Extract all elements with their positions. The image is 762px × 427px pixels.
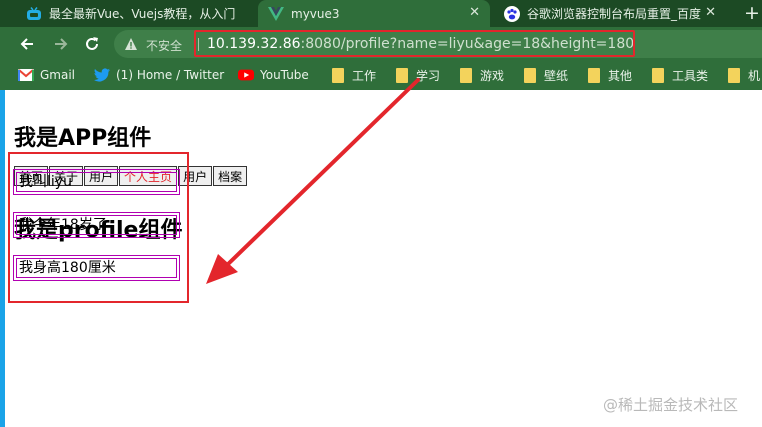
- profile-name-line: 我叫liyu: [13, 169, 180, 195]
- bookmarks-bar: Gmail (1) Home / Twitter YouTube 工作 学习 游…: [0, 60, 762, 90]
- nav-button-archive[interactable]: 档案: [213, 166, 248, 186]
- tab-strip: 最全最新Vue、Vuejs教程，从入门 myvue3 ✕ 谷歌浏览器控制台布局重…: [0, 0, 762, 27]
- app-component-heading: 我是APP组件: [14, 126, 152, 151]
- bookmark-label: 其他: [608, 69, 633, 83]
- profile-name-text: 我叫liyu: [16, 172, 177, 192]
- gmail-icon: [18, 67, 34, 83]
- bookmark-folder-tools[interactable]: 工具类: [650, 67, 708, 84]
- bookmark-label: 工作: [352, 69, 377, 83]
- bookmark-label: Gmail: [40, 68, 76, 82]
- bookmark-folder-wallpaper[interactable]: 壁纸: [522, 67, 568, 84]
- forward-arrow-icon[interactable]: [50, 33, 72, 55]
- bookmark-label: (1) Home / Twitter: [116, 68, 225, 82]
- bookmark-label: 学习: [416, 69, 441, 83]
- tab-title: 谷歌浏览器控制台布局重置_百度: [527, 7, 702, 21]
- bilibili-tv-icon: [26, 6, 42, 22]
- baidu-paw-icon: [504, 5, 520, 22]
- bookmark-twitter[interactable]: (1) Home / Twitter: [94, 67, 224, 83]
- watermark-text: @稀土掘金技术社区: [603, 396, 739, 414]
- folder-icon: [394, 68, 410, 84]
- bookmark-folder-study[interactable]: 学习: [394, 67, 440, 84]
- folder-icon: [726, 68, 742, 84]
- url-annotation-box: [194, 30, 635, 57]
- tab-vue-tutorial[interactable]: 最全最新Vue、Vuejs教程，从入门: [18, 0, 256, 27]
- twitter-icon: [94, 67, 110, 83]
- folder-icon: [650, 68, 666, 84]
- youtube-icon: [238, 67, 254, 83]
- back-arrow-icon[interactable]: [16, 33, 38, 55]
- profile-age-line: 我今年18岁了: [13, 212, 180, 238]
- bookmark-label: 工具类: [672, 69, 709, 83]
- security-status[interactable]: 不安全: [146, 37, 182, 54]
- profile-age-text: 我今年18岁了: [16, 215, 177, 235]
- reload-icon[interactable]: [81, 33, 103, 55]
- tab-title: 最全最新Vue、Vuejs教程，从入门: [49, 7, 236, 21]
- profile-height-text: 我身高180厘米: [16, 258, 177, 278]
- folder-icon: [586, 68, 602, 84]
- tab-baidu-search[interactable]: 谷歌浏览器控制台布局重置_百度 ✕: [494, 0, 726, 27]
- profile-height-line: 我身高180厘米: [13, 255, 180, 281]
- vue-logo-icon: [268, 6, 284, 22]
- bookmark-label: 游戏: [480, 69, 505, 83]
- folder-icon: [458, 68, 474, 84]
- folder-icon: [522, 68, 538, 84]
- tab-myvue3[interactable]: myvue3 ✕: [258, 0, 490, 27]
- left-edge-bar: [0, 90, 5, 427]
- bookmark-youtube[interactable]: YouTube: [238, 67, 309, 83]
- bookmark-folder-other[interactable]: 其他: [586, 67, 632, 84]
- warning-triangle-icon[interactable]: [124, 36, 138, 55]
- new-tab-plus-icon[interactable]: +: [744, 2, 760, 24]
- bookmark-label: 机: [748, 69, 761, 83]
- tab-title: myvue3: [291, 6, 340, 21]
- bookmark-gmail[interactable]: Gmail: [18, 67, 75, 83]
- bookmark-label: 壁纸: [544, 69, 569, 83]
- folder-icon: [330, 68, 346, 84]
- bookmark-folder-work[interactable]: 工作: [330, 67, 376, 84]
- close-icon[interactable]: ✕: [469, 5, 480, 20]
- close-icon[interactable]: ✕: [705, 5, 716, 20]
- bookmark-folder-truncated[interactable]: 机: [726, 67, 760, 84]
- bookmark-label: YouTube: [260, 68, 309, 82]
- bookmark-folder-games[interactable]: 游戏: [458, 67, 504, 84]
